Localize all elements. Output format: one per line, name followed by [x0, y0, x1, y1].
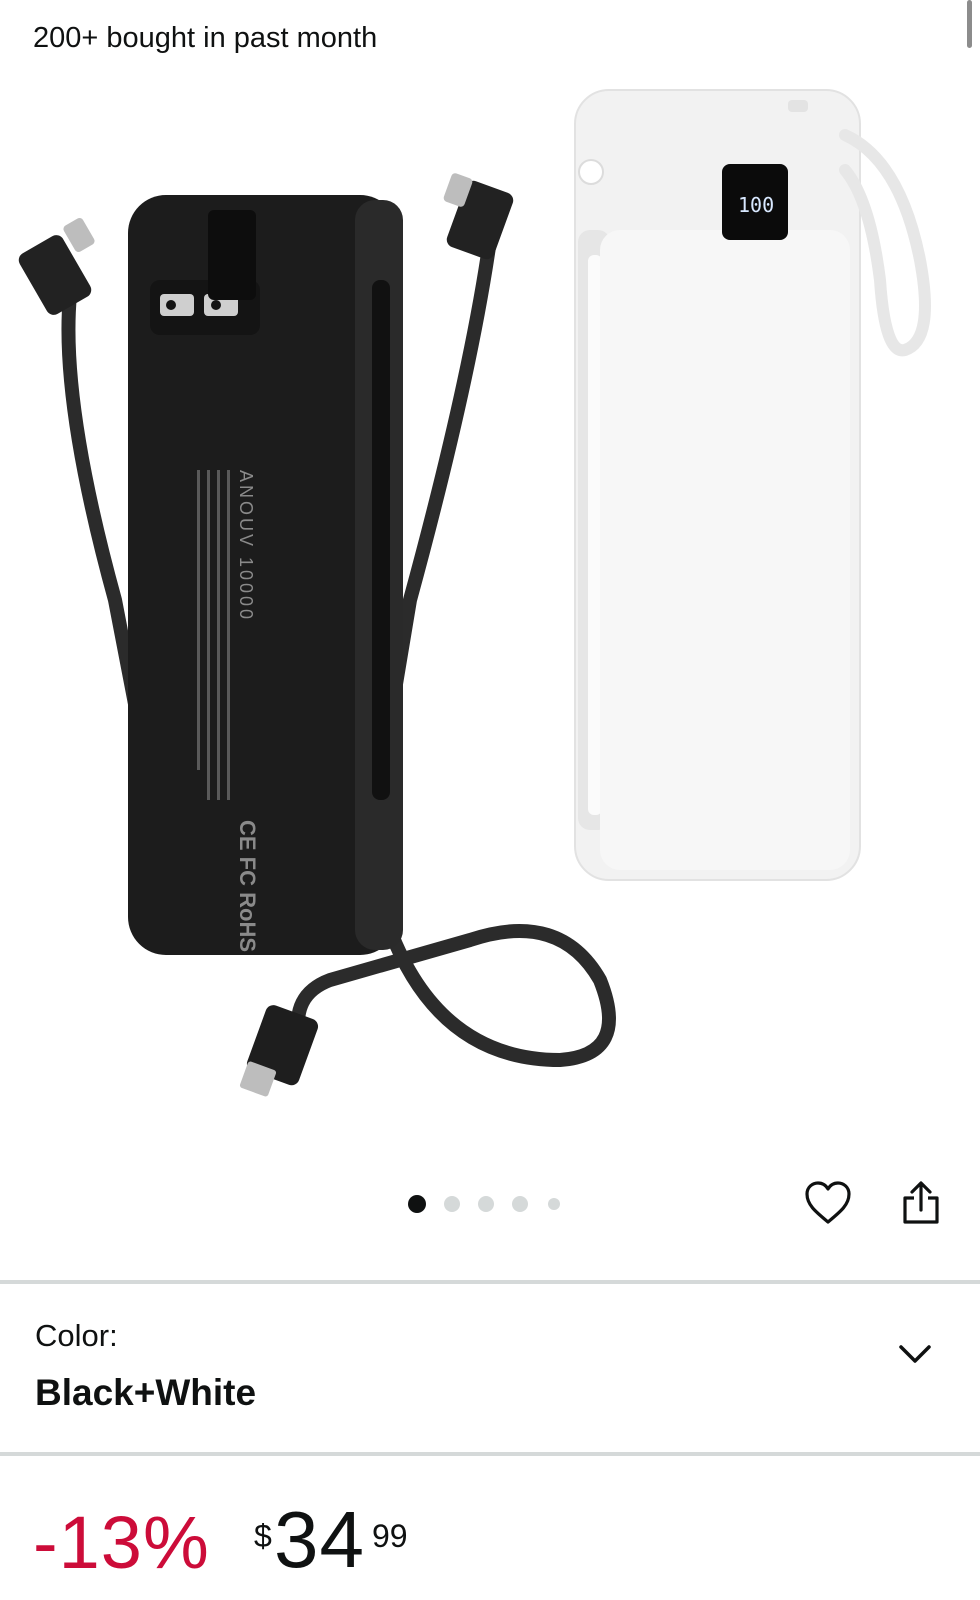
favorite-button[interactable]: [800, 1175, 856, 1231]
pagination-dot[interactable]: [512, 1196, 528, 1212]
color-label: Color:: [35, 1318, 118, 1353]
share-button[interactable]: [893, 1175, 949, 1231]
product-image: ANOUV 10000 CE FC RoHS 100: [18, 89, 931, 1097]
price-fraction: 99: [372, 1518, 408, 1554]
divider: [0, 1280, 980, 1284]
share-icon: [903, 1181, 939, 1224]
pagination-dot[interactable]: [478, 1196, 494, 1212]
pagination-dot[interactable]: [444, 1196, 460, 1212]
pagination-dot[interactable]: [548, 1198, 560, 1210]
price-block: -13% $ 34 99: [0, 1490, 980, 1600]
pagination-dot[interactable]: [408, 1195, 426, 1213]
price-currency: $: [254, 1518, 272, 1554]
price-whole: 34: [274, 1495, 365, 1584]
product-image-gallery[interactable]: ANOUV 10000 CE FC RoHS 100: [0, 80, 980, 1140]
right-cable: [383, 233, 497, 727]
battery-display-text: 100: [738, 193, 774, 217]
chevron-down-icon: [899, 1345, 931, 1363]
bought-count-text: 200+ bought in past month: [33, 22, 378, 54]
black-bank-marks-text: CE FC RoHS: [235, 820, 260, 952]
scrollbar[interactable]: [967, 0, 972, 48]
color-value: Black+White: [35, 1372, 257, 1413]
black-bank-brand-text: ANOUV 10000: [236, 470, 256, 622]
color-selector[interactable]: Color: Black+White: [0, 1288, 980, 1452]
image-pagination-dots[interactable]: [408, 1192, 560, 1216]
discount-percent: -13%: [33, 1501, 210, 1584]
heart-icon: [805, 1181, 851, 1224]
divider: [0, 1452, 980, 1456]
